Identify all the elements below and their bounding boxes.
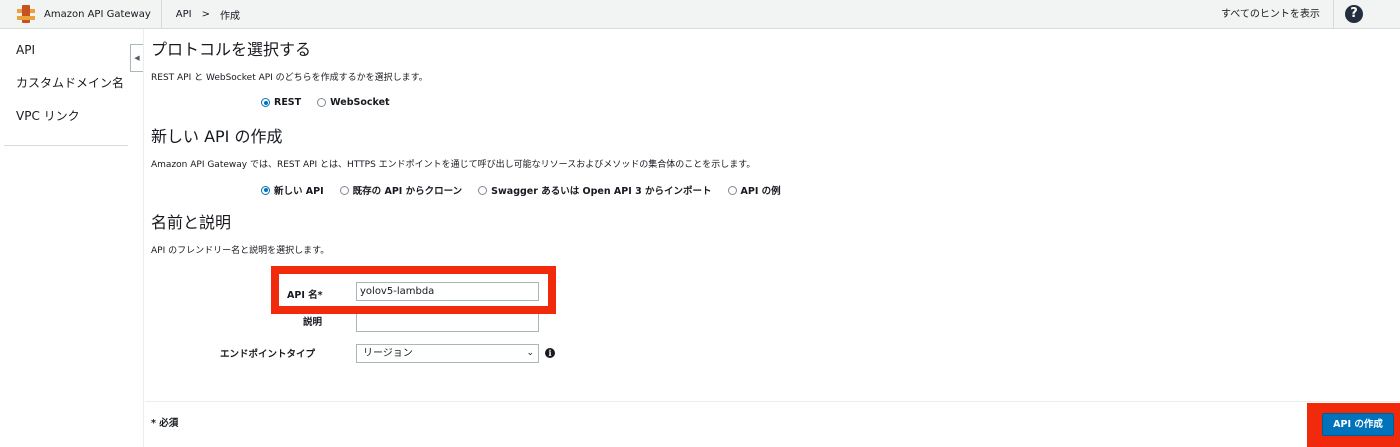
divider (1333, 0, 1334, 29)
radio-unselected-icon[interactable] (727, 185, 737, 195)
radio-label: WebSocket (330, 97, 390, 108)
endpoint-type-label: エンドポイントタイプ (220, 349, 316, 360)
radio-example-api[interactable]: API の例 (727, 183, 781, 197)
radio-unselected-icon[interactable] (478, 185, 488, 195)
sidebar-item-custom-domain[interactable]: カスタムドメイン名 (16, 74, 124, 91)
breadcrumb: API > 作成 (176, 7, 240, 22)
api-name-input[interactable] (356, 282, 539, 301)
radio-unselected-icon[interactable] (317, 98, 327, 107)
sidebar: API カスタムドメイン名 VPC リンク (0, 29, 144, 447)
show-all-hints-link[interactable]: すべてのヒントを表示 (1221, 0, 1320, 29)
radio-import-swagger[interactable]: Swagger あるいは Open API 3 からインポート (478, 183, 712, 197)
radio-selected-icon[interactable] (261, 98, 270, 107)
top-navigation-bar: Amazon API Gateway API > 作成 (0, 0, 1400, 29)
chevron-down-icon: ⌄ (526, 348, 534, 358)
info-icon[interactable]: i (545, 348, 555, 358)
radio-selected-icon[interactable] (261, 185, 270, 195)
new-api-description: Amazon API Gateway では、REST API とは、HTTPS … (151, 160, 756, 170)
protocol-radio-group: REST WebSocket (261, 97, 406, 108)
api-name-label: API 名* (287, 290, 323, 301)
breadcrumb-create: 作成 (220, 10, 240, 22)
footer-divider (145, 401, 1400, 402)
sidebar-item-vpc-link[interactable]: VPC リンク (16, 107, 80, 124)
radio-rest[interactable]: REST (261, 97, 301, 108)
sidebar-item-api[interactable]: API (16, 43, 35, 57)
breadcrumb-api[interactable]: API (176, 9, 192, 20)
create-api-button[interactable]: API の作成 (1322, 413, 1394, 436)
name-section-description: API のフレンドリー名と説明を選択します。 (151, 246, 330, 256)
collapse-sidebar-icon[interactable]: ◀ (130, 44, 143, 72)
radio-label: 既存の API からクローン (352, 186, 463, 197)
description-label: 説明 (303, 317, 323, 328)
required-note: * 必須 (151, 418, 179, 429)
service-name[interactable]: Amazon API Gateway (44, 9, 151, 20)
radio-label: 新しい API (274, 186, 324, 197)
new-api-section-title: 新しい API の作成 (151, 127, 283, 146)
protocol-description: REST API と WebSocket API のどちらを作成するかを選択しま… (151, 73, 428, 83)
radio-websocket[interactable]: WebSocket (317, 97, 390, 108)
radio-unselected-icon[interactable] (339, 185, 349, 195)
endpoint-type-value: リージョン (363, 348, 413, 359)
protocol-section-title: プロトコルを選択する (151, 40, 312, 59)
api-gateway-logo-icon[interactable] (17, 5, 35, 23)
radio-label: API の例 (740, 186, 781, 197)
endpoint-type-select[interactable]: リージョン ⌄ (356, 344, 539, 363)
radio-clone-existing[interactable]: 既存の API からクローン (339, 183, 463, 197)
breadcrumb-separator: > (201, 8, 210, 20)
help-icon[interactable]: ? (1345, 5, 1363, 23)
radio-label: REST (274, 97, 302, 108)
radio-new-api[interactable]: 新しい API (261, 183, 324, 197)
sidebar-divider (4, 145, 128, 146)
divider (160, 0, 162, 29)
radio-label: Swagger あるいは Open API 3 からインポート (491, 186, 712, 197)
description-input[interactable] (356, 313, 539, 332)
name-section-title: 名前と説明 (151, 213, 232, 232)
new-api-radio-group: 新しい API 既存の API からクローン Swagger あるいは Open… (261, 183, 797, 197)
